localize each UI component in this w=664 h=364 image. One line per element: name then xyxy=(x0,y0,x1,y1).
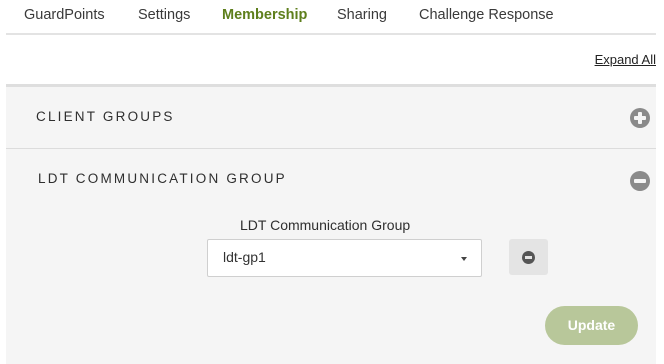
membership-page: GuardPoints Settings Membership Sharing … xyxy=(0,0,664,364)
remove-icon-bar xyxy=(525,256,532,259)
tab-sharing[interactable]: Sharing xyxy=(337,0,387,35)
ldt-group-selected-value: ldt-gp1 xyxy=(223,249,266,265)
minus-circle-icon[interactable] xyxy=(630,171,650,191)
expand-all-link[interactable]: Expand All xyxy=(595,52,656,67)
expand-bar: Expand All xyxy=(6,35,656,84)
tab-challenge-response[interactable]: Challenge Response xyxy=(419,0,554,35)
tab-guardpoints[interactable]: GuardPoints xyxy=(24,0,105,35)
tab-settings[interactable]: Settings xyxy=(138,0,190,35)
ldt-group-title: LDT COMMUNICATION GROUP xyxy=(38,171,287,186)
update-button[interactable]: Update xyxy=(545,306,638,345)
plus-circle-icon[interactable] xyxy=(630,108,650,128)
ldt-group-field-label: LDT Communication Group xyxy=(240,217,411,233)
plus-vertical-bar xyxy=(638,112,642,124)
client-groups-title: CLIENT GROUPS xyxy=(36,109,175,124)
minus-bar xyxy=(634,179,646,183)
accordion: CLIENT GROUPS LDT COMMUNICATION GROUP LD… xyxy=(6,84,656,364)
tab-bar: GuardPoints Settings Membership Sharing … xyxy=(6,0,656,37)
client-groups-header[interactable]: CLIENT GROUPS xyxy=(6,87,656,149)
dropdown-caret-icon xyxy=(461,257,467,261)
ldt-group-header[interactable]: LDT COMMUNICATION GROUP xyxy=(6,149,656,211)
ldt-group-select[interactable]: ldt-gp1 xyxy=(207,239,482,277)
remove-group-button[interactable] xyxy=(509,239,548,275)
tab-membership[interactable]: Membership xyxy=(206,0,324,37)
